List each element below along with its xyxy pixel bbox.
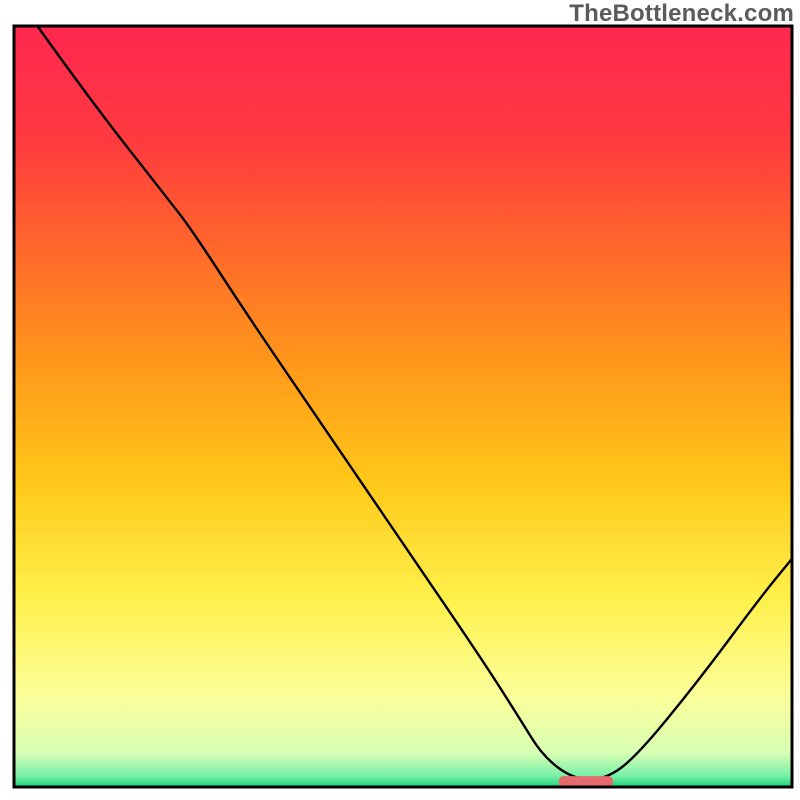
bottleneck-chart xyxy=(0,0,800,800)
chart-container: TheBottleneck.com xyxy=(0,0,800,800)
watermark-label: TheBottleneck.com xyxy=(569,0,794,28)
plot-background xyxy=(14,26,792,787)
